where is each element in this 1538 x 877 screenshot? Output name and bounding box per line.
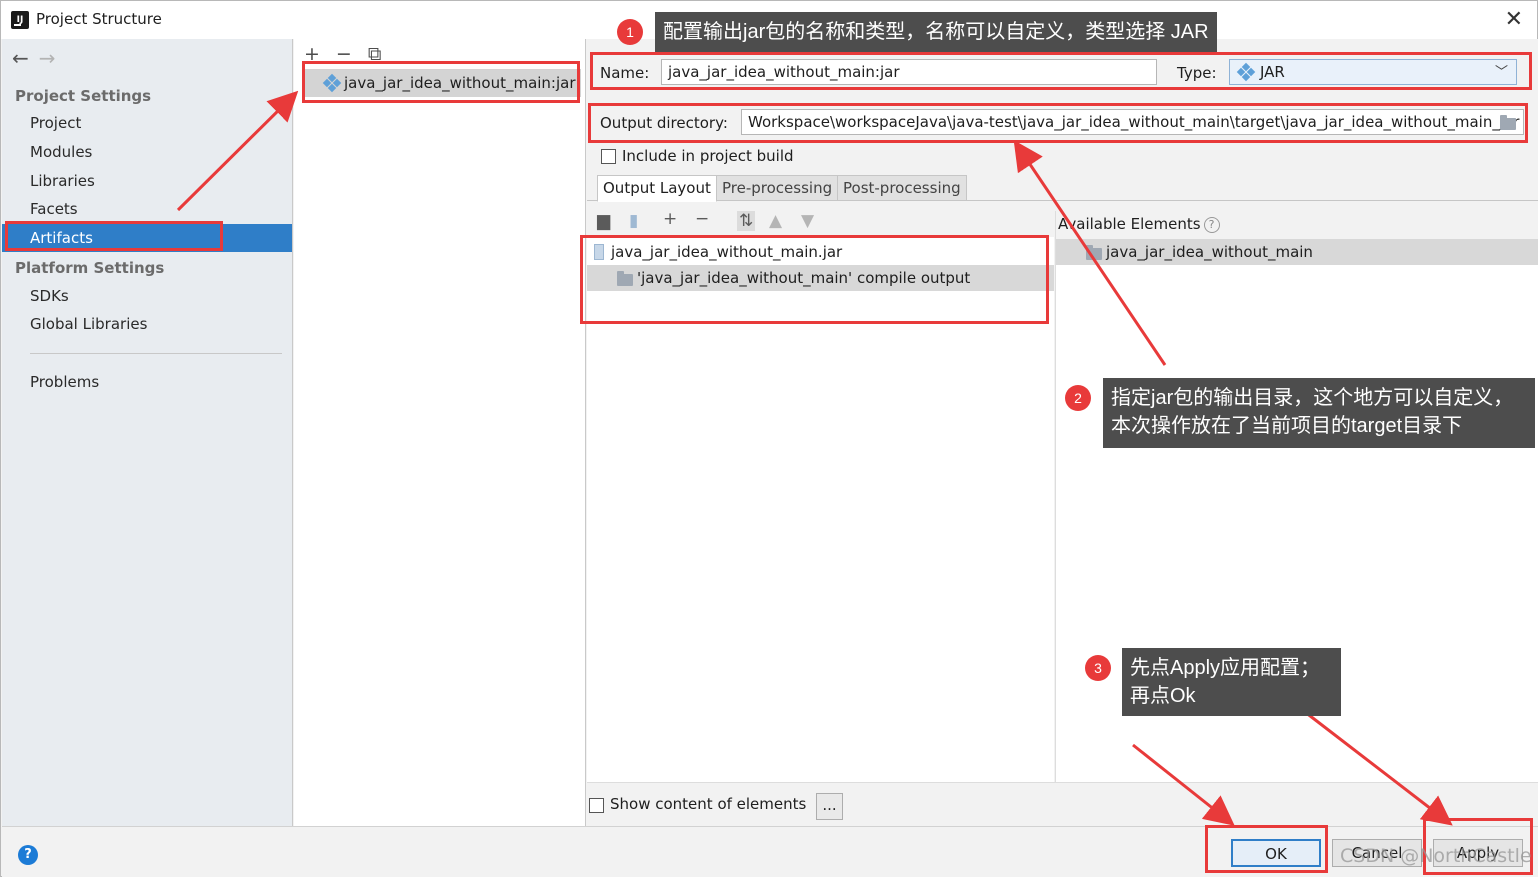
annotation-badge-3: 3 [1085, 655, 1111, 681]
annotation-callout-1: 配置输出jar包的名称和类型，名称可以自定义，类型选择 JAR [655, 12, 1217, 52]
close-icon[interactable]: ✕ [1505, 7, 1523, 32]
remove-element-icon[interactable]: − [695, 209, 709, 229]
history-nav: ← → [12, 46, 66, 70]
annotation-box-ok [1205, 825, 1328, 873]
window-title: Project Structure [36, 10, 162, 28]
annotation-callout-2: 指定jar包的输出目录，这个地方可以自定义， 本次操作放在了当前项目的targe… [1103, 378, 1535, 448]
help-button[interactable]: ? [18, 845, 38, 865]
module-folder-icon [1086, 245, 1102, 260]
annotation-badge-1: 1 [617, 19, 643, 45]
show-content-label: Show content of elements [610, 795, 807, 813]
sidebar-item-libraries[interactable]: Libraries [2, 167, 292, 195]
annotation-badge-2: 2 [1065, 385, 1091, 411]
annotation-box-artifact-item [302, 61, 580, 103]
csdn-watermark: CSDN @NorthCastle [1340, 845, 1532, 867]
tab-output-layout[interactable]: Output Layout [597, 175, 717, 202]
sidebar-item-modules[interactable]: Modules [2, 138, 292, 166]
tab-pre-processing[interactable]: Pre-processing [716, 175, 839, 201]
move-down-icon[interactable]: ▼ [801, 211, 814, 231]
show-content-checkbox[interactable] [589, 798, 604, 813]
sort-elements-icon[interactable]: ⇅ [737, 211, 756, 231]
annotation-callout-3-line1: 先点Apply应用配置； [1130, 657, 1321, 679]
show-content-options-button[interactable]: ... [816, 793, 843, 820]
move-up-icon[interactable]: ▲ [769, 211, 782, 231]
layout-bottom-bar: Show content of elements ... [587, 782, 1538, 826]
annotation-box-layout-tree [580, 235, 1049, 324]
annotation-callout-3-line2: 再点Ok [1130, 685, 1196, 707]
back-arrow-icon[interactable]: ← [12, 46, 29, 70]
include-in-build-label: Include in project build [622, 147, 794, 165]
intellij-logo-icon: IJ [11, 11, 29, 29]
new-directory-icon[interactable]: ▆ [597, 211, 610, 231]
platform-settings-heading: Platform Settings [15, 259, 165, 277]
sidebar-item-sdks[interactable]: SDKs [2, 282, 292, 310]
annotation-box-output-dir [588, 103, 1528, 143]
available-elements-header: Available Elements? [1056, 211, 1538, 239]
add-element-icon[interactable]: + [663, 209, 677, 229]
tab-post-processing[interactable]: Post-processing [837, 175, 967, 201]
add-archive-icon[interactable]: ▮ [629, 211, 638, 231]
sidebar-item-project[interactable]: Project [2, 109, 292, 137]
annotation-callout-2-line2: 本次操作放在了当前项目的target目录下 [1111, 415, 1463, 437]
sidebar-item-problems[interactable]: Problems [2, 368, 292, 396]
artifact-tabs: Output Layout Pre-processing Post-proces… [587, 174, 1538, 202]
artifacts-list-panel: + − ⧉ java_jar_idea_without_main:jar [294, 39, 586, 826]
sidebar-item-global-libraries[interactable]: Global Libraries [2, 310, 292, 338]
annotation-callout-2-line1: 指定jar包的输出目录，这个地方可以自定义， [1111, 387, 1514, 409]
project-settings-heading: Project Settings [15, 87, 152, 105]
settings-sidebar: ← → Project Settings Project Modules Libr… [2, 39, 293, 826]
annotation-box-artifacts [5, 221, 223, 251]
available-element-label: java_jar_idea_without_main [1106, 243, 1313, 261]
sidebar-divider [30, 353, 282, 354]
sidebar-item-facets[interactable]: Facets [2, 195, 292, 223]
include-in-build-checkbox[interactable] [601, 149, 616, 164]
annotation-callout-3: 先点Apply应用配置； 再点Ok [1122, 648, 1341, 716]
available-elements-label: Available Elements [1058, 215, 1201, 233]
help-icon[interactable]: ? [1203, 217, 1220, 233]
annotation-box-name-type [590, 52, 1532, 90]
forward-arrow-icon[interactable]: → [39, 46, 56, 70]
available-element-item[interactable]: java_jar_idea_without_main [1056, 239, 1538, 265]
